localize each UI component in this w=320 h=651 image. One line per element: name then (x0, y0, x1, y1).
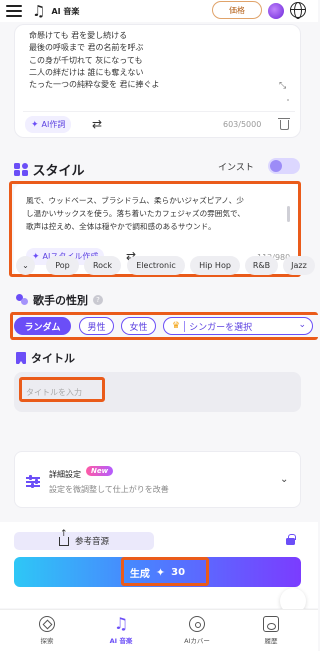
title-heading-text: タイトル (31, 352, 75, 365)
lyrics-textarea[interactable]: 命懸けても 君を愛し続ける 最後の呼吸まで 君の名前を呼ぶ この身が千切れて 灰… (29, 30, 279, 91)
music-logo-icon: ♫ (32, 1, 46, 20)
divider (23, 111, 295, 112)
lyrics-line: たった一つの純粋な愛を 君に捧ぐよ (29, 80, 160, 90)
generate-label: 生成 (129, 568, 150, 580)
scrollbar[interactable] (287, 206, 290, 222)
advanced-settings-subtitle: 設定を微調整して仕上がりを改善 (49, 485, 169, 494)
trash-icon[interactable] (278, 118, 290, 130)
sparkle-icon: ✦ (31, 119, 39, 130)
top-header: ♫ AI 音楽 価格 (0, 0, 318, 22)
singer-select-label: シンガーを選択 (189, 322, 253, 333)
chevron-down-icon: ⌄ (298, 320, 306, 330)
tab-history[interactable]: 履歴 (241, 616, 301, 645)
title-heading: タイトル (16, 350, 75, 366)
scrollbar[interactable] (287, 99, 289, 101)
tab-ai-music[interactable]: ♫ AI 音楽 (91, 614, 151, 646)
lyrics-card[interactable]: 命懸けても 君を愛し続ける 最後の呼吸まで 君の名前を呼ぶ この身が千切れて 灰… (14, 24, 301, 138)
sparkle-icon: ✦ (155, 565, 166, 579)
lyrics-line: この身が千切れて 灰になっても (29, 55, 143, 65)
lyrics-line: 命懸けても 君を愛し続ける (29, 31, 128, 40)
style-line: し温かいサックスを使う。落ち着いたカフェジャズの雰囲気で、 (26, 208, 245, 218)
lyrics-char-counter: 603/5000 (223, 120, 262, 129)
chips-expand-chevron-icon[interactable]: ⌄ (16, 256, 35, 275)
genre-chip[interactable]: R&B (245, 256, 278, 275)
gender-option-male[interactable]: 男性 (79, 317, 114, 335)
hamburger-menu-icon[interactable] (6, 5, 22, 17)
tab-label: AI 音楽 (109, 637, 133, 645)
instrumental-toggle[interactable] (268, 158, 300, 174)
ai-lyrics-label: AI作詞 (41, 120, 66, 129)
generate-button[interactable]: 生成 ✦ 30 (14, 557, 301, 587)
gender-heading: 歌手の性別 ? (16, 292, 103, 308)
upload-icon (58, 530, 69, 546)
gender-option-female[interactable]: 女性 (121, 317, 156, 335)
crown-icon: ♛ (172, 321, 181, 331)
toggle-knob (270, 160, 282, 172)
reference-audio-button[interactable]: 参考音源 (14, 530, 154, 550)
bottom-tab-bar: 探索 ♫ AI 音楽 AIカバー 履歴 (0, 609, 318, 651)
genre-chip[interactable]: Electronic (127, 256, 185, 275)
style-heading-text: スタイル (32, 164, 85, 179)
history-icon (263, 616, 279, 632)
gender-option-random[interactable]: ランダム (14, 317, 71, 335)
lyrics-line: 最後の呼吸まで 君の名前を呼ぶ (29, 43, 144, 53)
reference-audio-label: 参考音源 (74, 537, 109, 547)
shuffle-icon[interactable]: ⇄ (92, 117, 102, 131)
gender-heading-text: 歌手の性別 (33, 294, 88, 307)
tab-label: 探索 (40, 637, 54, 645)
tab-ai-cover[interactable]: AIカバー (167, 616, 227, 645)
lock-icon[interactable] (286, 534, 296, 545)
genre-chip[interactable]: Hip Hop (190, 256, 240, 275)
generate-cost: 30 (171, 566, 186, 578)
chevron-down-icon[interactable]: ⌄ (280, 474, 288, 485)
help-icon[interactable]: ? (93, 295, 103, 305)
grid-icon (14, 162, 28, 177)
disc-icon (189, 616, 205, 632)
genre-chip[interactable]: Jazz (283, 256, 315, 275)
advanced-settings-card[interactable]: 詳細設定 New 設定を微調整して仕上がりを改善 ⌄ (14, 451, 301, 508)
pricing-button[interactable]: 価格 (212, 1, 262, 19)
music-note-icon: ♫ (113, 614, 129, 633)
avatar[interactable] (268, 3, 284, 19)
expand-icon[interactable]: ⤡ (279, 81, 286, 91)
divider (184, 320, 186, 332)
compass-icon (39, 616, 55, 632)
brand-name: AI 音楽 (51, 6, 80, 16)
lyrics-line: 二人の絆だけは 誰にも奪えない (29, 67, 144, 77)
style-heading: スタイル (14, 160, 85, 179)
title-input[interactable] (14, 372, 301, 412)
genre-chip[interactable]: Rock (84, 256, 121, 275)
globe-icon[interactable] (290, 2, 306, 19)
advanced-settings-title: 詳細設定 (49, 470, 81, 479)
singer-select-dropdown[interactable]: ♛ シンガーを選択 ⌄ (163, 317, 313, 335)
genre-chip[interactable]: Pop (46, 256, 79, 275)
singer-gender-icon (16, 294, 28, 306)
instrumental-label: インスト (218, 163, 254, 173)
style-line: 風で、ウッドベース、ブラシドラム、柔らかいジャズピアノ、少 (26, 196, 244, 205)
new-badge: New (86, 466, 114, 476)
bookmark-icon (16, 352, 26, 364)
tab-explore[interactable]: 探索 (17, 616, 77, 645)
sliders-icon (26, 475, 40, 488)
tab-label: AIカバー (184, 637, 210, 645)
style-textarea[interactable]: 風で、ウッドベース、ブラシドラム、柔らかいジャズピアノ、少 し温かいサックスを使… (26, 195, 290, 233)
app-page: ♫ AI 音楽 価格 命懸けても 君を愛し続ける 最後の呼吸まで 君の名前を呼ぶ… (0, 0, 318, 651)
tab-label: 履歴 (264, 637, 278, 645)
ai-lyrics-button[interactable]: ✦ AI作詞 (25, 116, 72, 133)
style-line: 歌声は控えめ、全体は穏やかで調和感のあるサウンド。 (26, 221, 216, 231)
